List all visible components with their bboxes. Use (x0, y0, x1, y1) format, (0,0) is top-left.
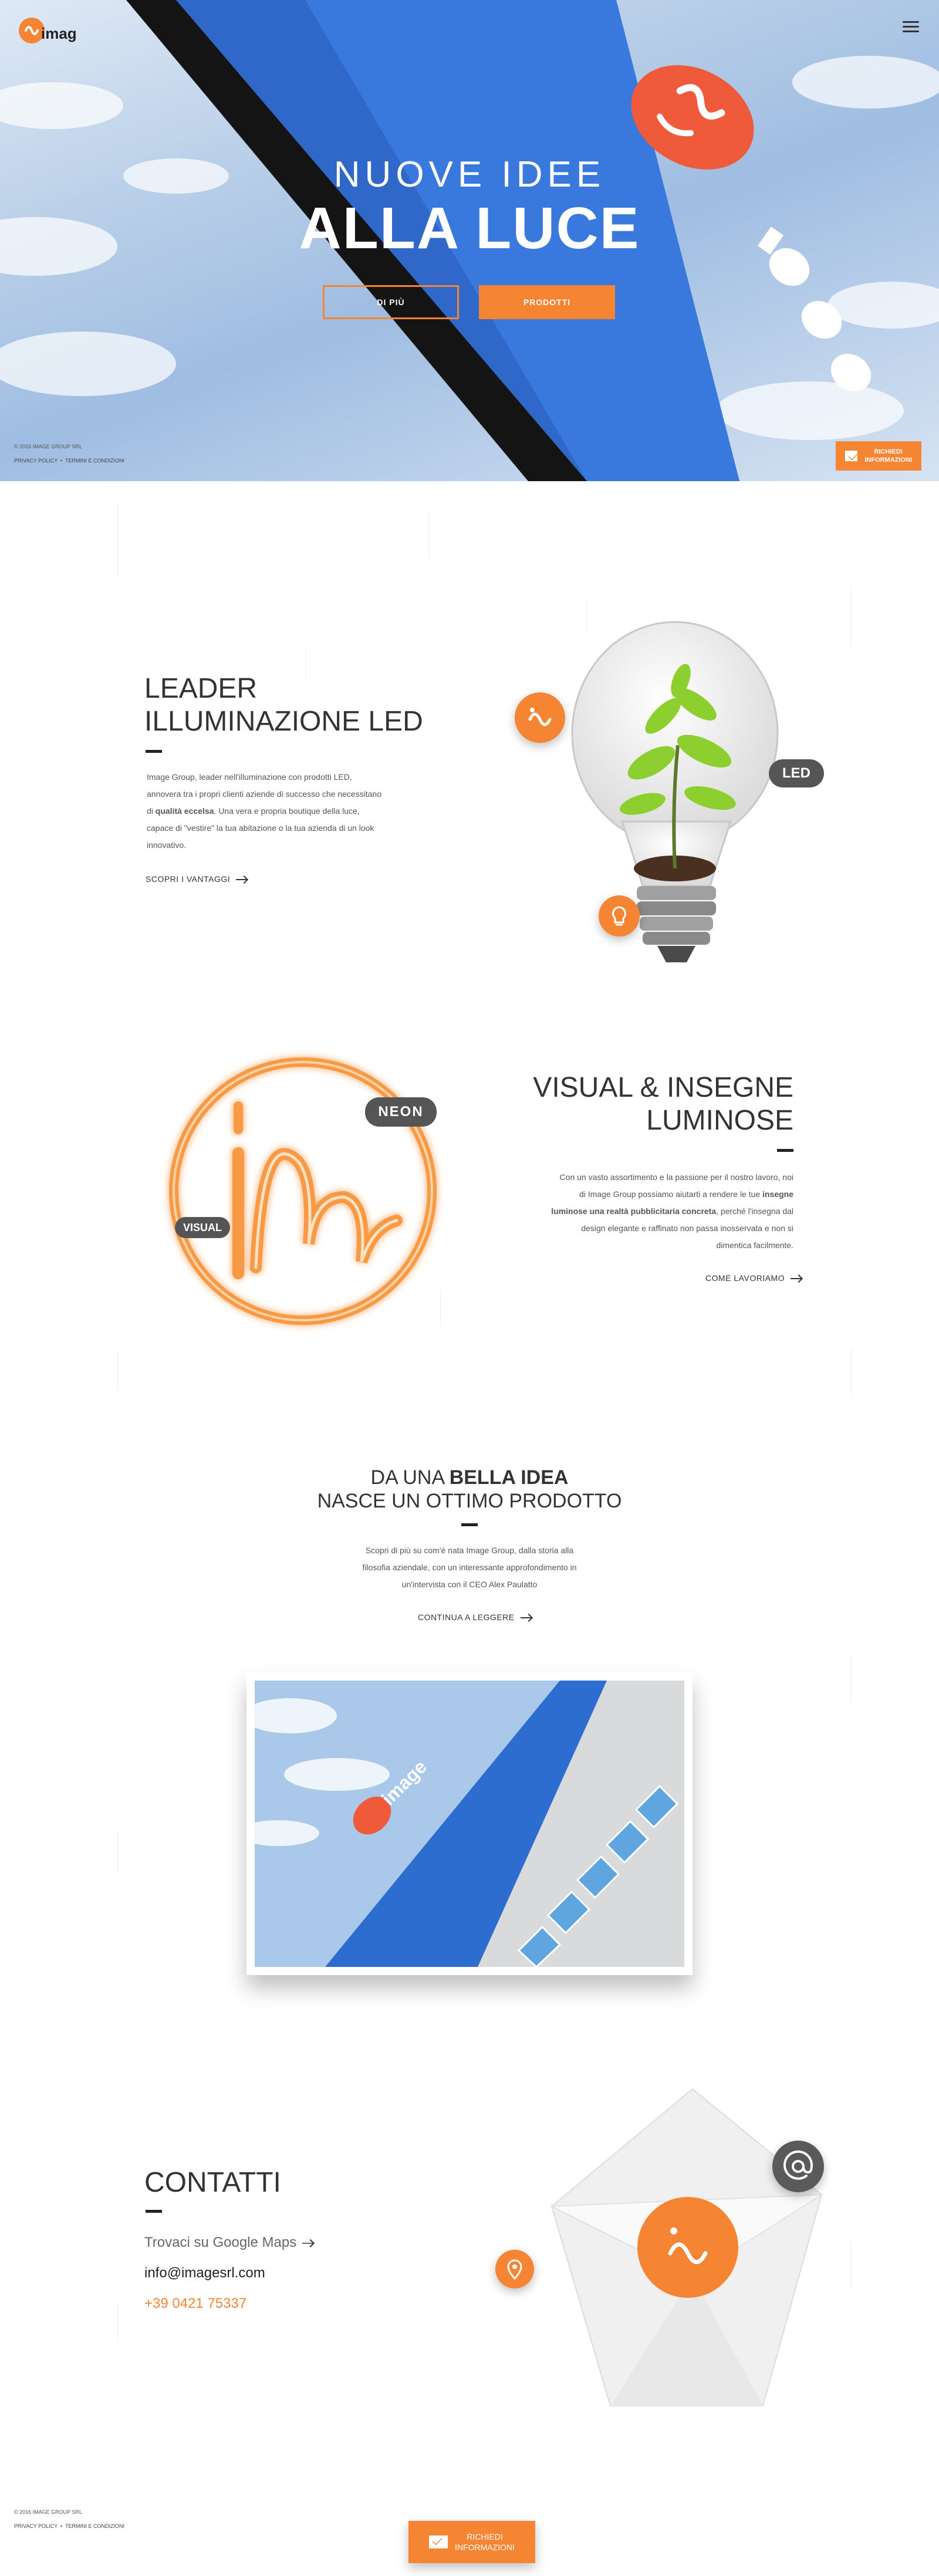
led-text-1: Image Group, leader nell'illuminazione c… (147, 772, 352, 782)
request-info-button[interactable]: RICHIEDI INFORMAZIONI (836, 441, 921, 471)
visual-text-2-bold: insegne (762, 1189, 793, 1199)
idea-title: DA UNA BELLA IDEA NASCE UN OTTIMO PRODOT… (0, 1466, 939, 1513)
footer-request-info-button[interactable]: RICHIEDI INFORMAZIONI (408, 2521, 535, 2563)
logo-wave-icon (528, 708, 552, 726)
contacts-title: CONTATTI (144, 2167, 281, 2198)
products-button[interactable]: PRODOTTI (479, 285, 615, 319)
building-photo-card: image (237, 1672, 693, 1975)
email-badge (772, 2141, 824, 2192)
read-more-link[interactable]: CONTINUA A LEGGERE (418, 1612, 531, 1622)
visual-text-4: design elegante e raffinato non passa in… (581, 1223, 793, 1233)
idea-text-3: un'intervista con il CEO Alex Paulatto (401, 1580, 538, 1589)
svg-text:image: image (41, 25, 76, 42)
led-text-4: capace di "vestire" la tua abitazione o … (147, 823, 374, 833)
idea-text-1: Scopri di più su com'è nata Image Group,… (365, 1546, 574, 1555)
discover-advantages-label: SCOPRI I VANTAGGI (146, 874, 231, 884)
request-info-label: RICHIEDI INFORMAZIONI (864, 448, 912, 464)
copyright-text: © 2016 IMAGE GROUP SRL (14, 444, 83, 449)
contacts-title-bar (146, 2210, 162, 2213)
led-description: Image Group, leader nell'illuminazione c… (147, 769, 417, 854)
footer-request-info-label: RICHIEDI INFORMAZIONI (455, 2531, 515, 2553)
arrow-right-icon (236, 879, 247, 881)
google-maps-label: Trovaci su Google Maps (144, 2234, 297, 2250)
at-icon (783, 2150, 813, 2180)
led-title-bar (146, 750, 162, 753)
terms-link[interactable]: TERMINI E CONDIZIONI (65, 458, 124, 464)
led-text-5: innovativo. (147, 840, 186, 850)
envelope-illustration (549, 2088, 824, 2406)
visual-text-2-pre: di Image Group possiamo aiutarti a rende… (579, 1189, 763, 1199)
footer-privacy-link[interactable]: PRIVACY POLICY (14, 2523, 58, 2529)
discover-advantages-link[interactable]: SCOPRI I VANTAGGI (146, 874, 247, 884)
arrow-right-icon (302, 2242, 313, 2244)
how-we-work-label: COME LAVORIAMO (705, 1273, 785, 1283)
hero-section: image NUOVE IDEE ALLA LUCE DI PIÙ PRODOT… (0, 0, 939, 481)
legal-links: PRIVACY POLICY • TERMINI E CONDIZIONI (14, 458, 124, 464)
privacy-link[interactable]: PRIVACY POLICY (14, 458, 58, 464)
footer-request-line-1: RICHIEDI (467, 2532, 503, 2541)
google-maps-link[interactable]: Trovaci su Google Maps (144, 2234, 313, 2251)
envelope-icon (429, 2536, 448, 2548)
visual-text-1: Con un vasto assortimento e la passione … (559, 1172, 793, 1182)
visual-title: VISUAL & INSEGNE LUMINOSE (481, 1071, 793, 1137)
bulb-badge (599, 895, 640, 937)
neon-logo-image (169, 1057, 437, 1325)
visual-text-3-post: , perché l'insegna dal (716, 1206, 793, 1216)
logo-icon: image (19, 18, 85, 43)
how-we-work-link[interactable]: COME LAVORIAMO (705, 1273, 802, 1283)
led-title-line-1: LEADER (144, 673, 258, 704)
idea-description: Scopri di più su com'è nata Image Group,… (0, 1542, 939, 1593)
separator-dot: • (59, 2523, 66, 2529)
visual-text-5: dimentica facilmente. (716, 1240, 793, 1250)
phone-link[interactable]: +39 0421 75337 (144, 2296, 246, 2312)
led-text-3-post: . Una vera e propria boutique della luce… (214, 806, 360, 816)
arrow-right-icon (791, 1278, 802, 1280)
building-photo: image (237, 1681, 684, 1969)
led-text-3-pre: di (147, 806, 156, 816)
idea-text-2: filosofia aziendale, con un interessante… (362, 1563, 577, 1572)
idea-title-bold: BELLA IDEA (449, 1466, 569, 1489)
footer-copyright: © 2016 IMAGE GROUP SRL (14, 2509, 83, 2515)
visual-badge: VISUAL (175, 1217, 230, 1238)
envelope-icon (845, 451, 858, 461)
idea-title-line-2: NASCE UN OTTIMO PRODOTTO (317, 1490, 622, 1512)
visual-text-3-bold: luminose una realtà pubblicitaria concre… (551, 1206, 717, 1216)
more-button[interactable]: DI PIÙ (323, 285, 459, 319)
read-more-label: CONTINUA A LEGGERE (418, 1612, 515, 1622)
brand-logo[interactable]: image (18, 13, 85, 51)
idea-title-pre: DA UNA (370, 1466, 450, 1489)
map-pin-icon (507, 2259, 522, 2280)
led-text-bold: qualità eccelsa (155, 806, 214, 816)
footer-legal-links: PRIVACY POLICY • TERMINI E CONDIZIONI (14, 2523, 124, 2529)
location-badge (495, 2250, 534, 2288)
led-title: LEADER ILLUMINAZIONE LED (144, 672, 423, 738)
arrow-right-icon (520, 1617, 531, 1619)
led-title-line-2: ILLUMINAZIONE LED (144, 706, 423, 737)
visual-title-line-2: LUMINOSE (646, 1105, 793, 1136)
idea-title-bar (461, 1523, 478, 1526)
led-badge: LED (769, 759, 824, 787)
hero-subtitle: NUOVE IDEE (333, 154, 606, 195)
request-line-1: RICHIEDI (874, 448, 903, 455)
led-bulb-image (571, 621, 779, 962)
request-line-2: INFORMAZIONI (864, 457, 912, 464)
hamburger-icon[interactable] (903, 21, 919, 33)
neon-badge: NEON (365, 1097, 437, 1127)
hero-title: ALLA LUCE (299, 195, 640, 261)
brand-logo-badge (515, 692, 565, 743)
visual-description: Con un vasto assortimento e la passione … (499, 1169, 793, 1254)
visual-title-bar (777, 1149, 793, 1152)
separator-dot: • (59, 458, 66, 464)
footer-terms-link[interactable]: TERMINI E CONDIZIONI (65, 2523, 124, 2529)
lightbulb-icon (612, 906, 626, 926)
footer-request-line-2: INFORMAZIONI (455, 2543, 515, 2552)
led-text-2: annovera tra i propri clienti aziende di… (147, 789, 382, 799)
visual-title-line-1: VISUAL & INSEGNE (533, 1072, 793, 1103)
email-link[interactable]: info@imagesrl.com (144, 2265, 265, 2281)
